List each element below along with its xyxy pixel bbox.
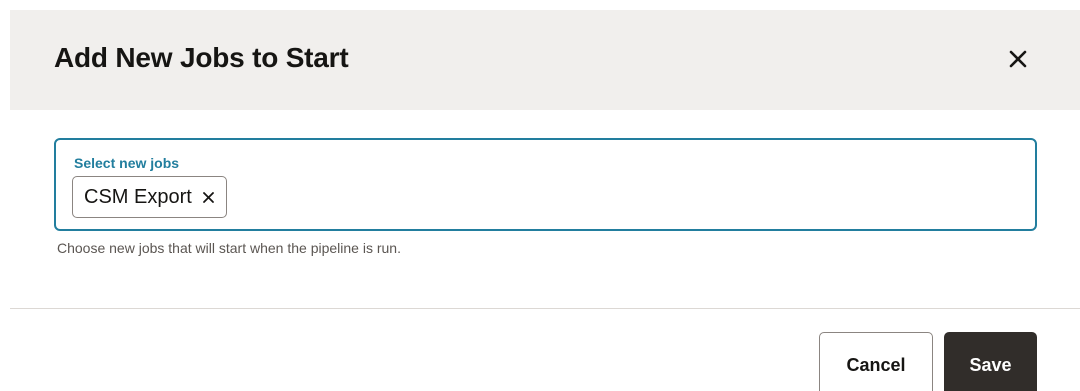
close-button[interactable] [1002, 43, 1034, 75]
close-icon [1009, 50, 1027, 68]
job-chip: CSM Export [72, 176, 227, 218]
footer-divider [10, 308, 1080, 309]
add-jobs-dialog: Add New Jobs to Start Select new jobs CS… [0, 0, 1080, 391]
field-label: Select new jobs [74, 155, 180, 171]
help-text: Choose new jobs that will start when the… [57, 240, 401, 256]
dialog-title: Add New Jobs to Start [54, 42, 349, 73]
dialog-header: Add New Jobs to Start [10, 10, 1080, 110]
close-icon [203, 191, 215, 203]
save-button[interactable]: Save [944, 332, 1037, 391]
cancel-button[interactable]: Cancel [819, 332, 933, 391]
select-jobs-field[interactable]: Select new jobs CSM Export [54, 138, 1037, 231]
chip-label: CSM Export [84, 185, 192, 208]
chip-remove-button[interactable] [201, 189, 217, 205]
